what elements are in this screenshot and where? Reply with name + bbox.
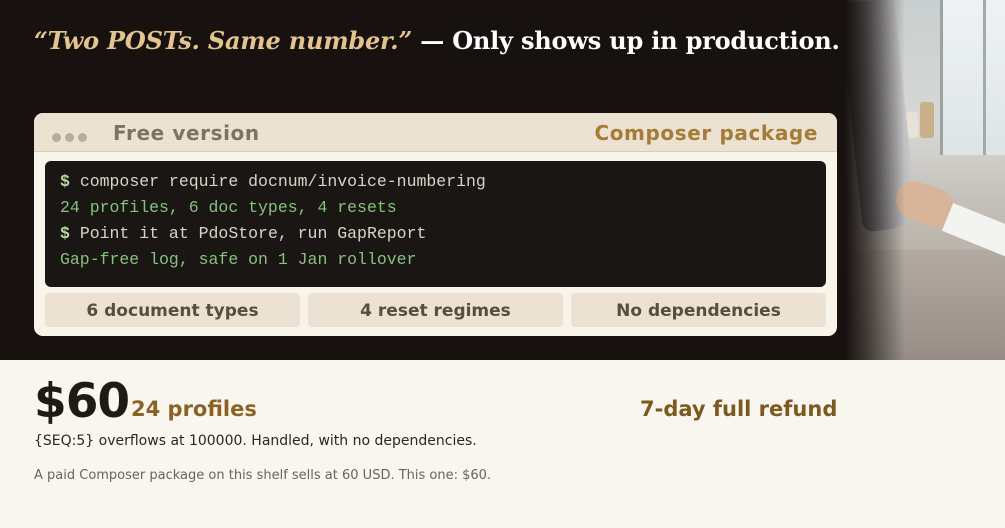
tab-free-version[interactable]: Free version	[113, 121, 260, 145]
tab-composer-package[interactable]: Composer package	[594, 121, 818, 145]
terminal-output: 24 profiles, 6 doc types, 4 resets	[60, 198, 397, 217]
window-dots-icon	[52, 127, 91, 146]
pill-no-dependencies: No dependencies	[571, 293, 826, 327]
terminal-output: Gap-free log, safe on 1 Jan rollover	[60, 250, 417, 269]
price: $60	[34, 374, 130, 429]
overflow-note: {SEQ:5} overflows at 100000. Handled, wi…	[34, 433, 477, 449]
terminal-line: $ composer require docnum/invoice-number…	[60, 171, 826, 197]
terminal-line: $ Point it at PdoStore, run GapReport	[60, 223, 826, 249]
photo-paper	[941, 202, 1005, 258]
headline-rest: — Only shows up in production.	[412, 26, 840, 55]
headline: “Two POSTs. Same number.” — Only shows u…	[34, 26, 840, 55]
office-photo	[845, 0, 1005, 360]
hero-section: “Two POSTs. Same number.” — Only shows u…	[0, 0, 1005, 360]
feature-pills: 6 document types 4 reset regimes No depe…	[45, 293, 826, 327]
refund-policy: 7-day full refund	[640, 397, 838, 421]
terminal-command: composer require docnum/invoice-numberin…	[79, 172, 486, 191]
prompt-symbol: $	[60, 172, 70, 191]
pill-document-types: 6 document types	[45, 293, 300, 327]
product-card: Free version Composer package $ composer…	[34, 113, 837, 336]
terminal-panel: $ composer require docnum/invoice-number…	[45, 161, 826, 287]
profiles-count: 24 profiles	[131, 397, 257, 421]
headline-quote: “Two POSTs. Same number.”	[34, 26, 413, 55]
pill-reset-regimes: 4 reset regimes	[308, 293, 563, 327]
terminal-command: Point it at PdoStore, run GapReport	[79, 224, 427, 243]
photo-window	[940, 0, 1005, 155]
card-header: Free version Composer package	[34, 113, 837, 152]
prompt-symbol: $	[60, 224, 70, 243]
price-comparison-note: A paid Composer package on this shelf se…	[34, 468, 492, 483]
